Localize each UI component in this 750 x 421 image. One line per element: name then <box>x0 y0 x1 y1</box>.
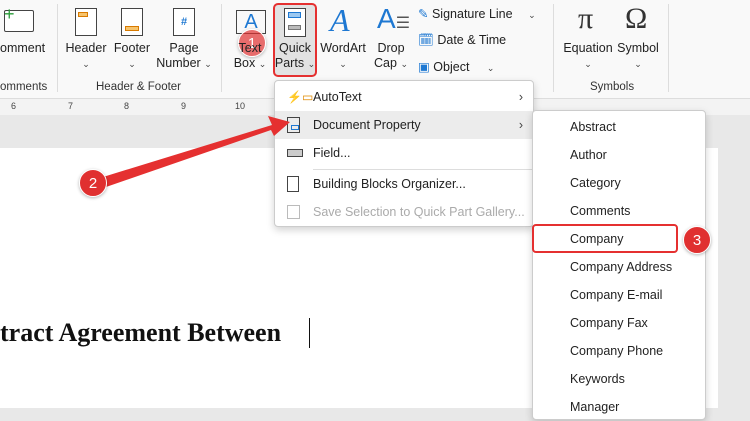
text-box-label-1: Text <box>238 41 262 55</box>
annotation-arrow <box>103 116 290 187</box>
step-badge-3: 3 <box>683 226 711 254</box>
step-badge-2: 2 <box>79 169 107 197</box>
text-box-button[interactable]: Text Box ⌄ <box>230 41 270 72</box>
text-box-label-2: Box <box>233 56 256 70</box>
